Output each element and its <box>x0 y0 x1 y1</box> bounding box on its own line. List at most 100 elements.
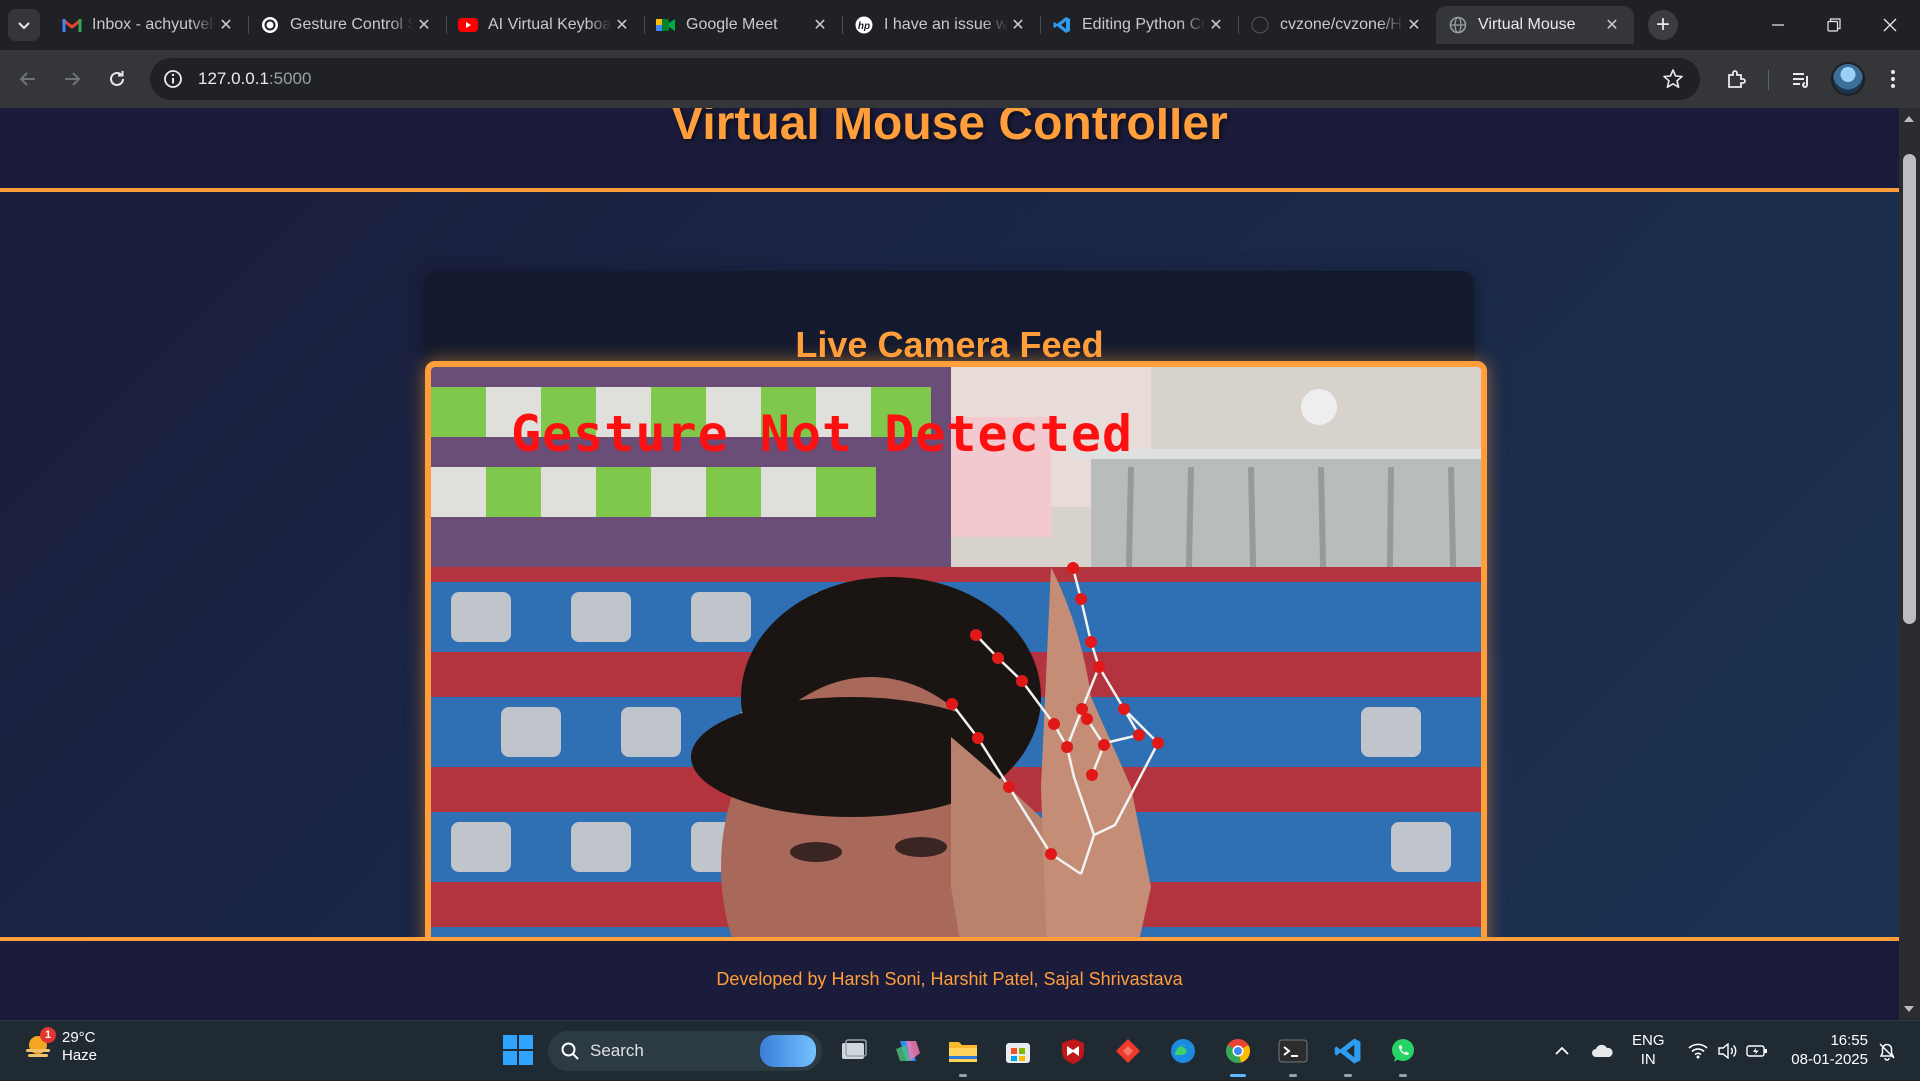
tab-gesture-control[interactable]: Gesture Control S ✕ <box>248 6 446 44</box>
chatgpt-icon <box>260 15 280 35</box>
file-explorer-icon[interactable] <box>945 1033 981 1077</box>
weather-text: 29°C Haze <box>62 1029 97 1065</box>
bookmark-star-icon[interactable] <box>1662 68 1684 90</box>
wifi-icon[interactable] <box>1686 1021 1710 1081</box>
tab-editing-python[interactable]: Editing Python Co ✕ <box>1040 6 1238 44</box>
page-header: Virtual Mouse Controller <box>0 108 1899 192</box>
youtube-icon <box>458 15 478 35</box>
active-indicator <box>1230 1074 1246 1077</box>
copilot-icon[interactable] <box>890 1033 926 1069</box>
tab-gmail[interactable]: Inbox - achyutvel ✕ <box>50 6 248 44</box>
taskbar-search[interactable]: Search <box>548 1031 822 1071</box>
close-icon[interactable]: ✕ <box>216 15 236 35</box>
language-code: ENG <box>1632 1032 1665 1049</box>
windows-logo-tile <box>519 1035 533 1049</box>
camera-feed: Gesture Not Detected <box>425 361 1487 1020</box>
address-bar[interactable]: 127.0.0.1:5000 <box>150 58 1700 100</box>
chevron-down-icon <box>18 22 30 30</box>
url-host: 127.0.0.1 <box>198 69 269 88</box>
microsoft-store-icon[interactable] <box>1000 1033 1036 1069</box>
scroll-thumb[interactable] <box>1903 154 1916 624</box>
restore-button[interactable] <box>1806 0 1862 50</box>
notifications-button[interactable] <box>1873 1021 1901 1081</box>
github-icon <box>1250 15 1270 35</box>
close-icon[interactable]: ✕ <box>810 15 830 35</box>
tab-title: Editing Python Co <box>1082 16 1206 33</box>
arrow-left-icon <box>19 72 35 86</box>
edge-icon[interactable] <box>1165 1033 1201 1069</box>
input-language[interactable]: ENG IN <box>1632 1031 1665 1069</box>
tab-title: Inbox - achyutvel <box>92 16 213 33</box>
windows-logo-tile <box>503 1035 517 1049</box>
anydesk-icon[interactable] <box>1110 1033 1146 1069</box>
tab-ai-virtual-keyboard[interactable]: AI Virtual Keyboard ✕ <box>446 6 644 44</box>
globe-icon <box>1448 15 1468 35</box>
scroll-up-arrow[interactable] <box>1904 116 1914 122</box>
windows-logo-tile <box>519 1051 533 1065</box>
more-vertical-icon <box>1891 70 1895 88</box>
tab-title: AI Virtual Keyboard <box>488 16 612 33</box>
reload-button[interactable] <box>101 63 133 95</box>
clock-time: 16:55 <box>1830 1032 1868 1049</box>
svg-text:hp: hp <box>858 21 870 32</box>
tab-virtual-mouse[interactable]: Virtual Mouse ✕ <box>1436 6 1634 44</box>
page-footer: Developed by Harsh Soni, Harshit Patel, … <box>0 937 1899 1020</box>
tab-list: Inbox - achyutvel ✕ Gesture Control S ✕ … <box>50 6 1634 44</box>
close-icon[interactable]: ✕ <box>414 15 434 35</box>
haze-sun-icon: 1 <box>22 1027 56 1063</box>
page-viewport: Virtual Mouse Controller Live Camera Fee… <box>0 108 1899 1020</box>
battery-icon[interactable] <box>1745 1021 1769 1081</box>
onedrive-icon[interactable] <box>1590 1021 1614 1081</box>
chevron-up-icon <box>1555 1046 1569 1055</box>
close-window-button[interactable] <box>1862 0 1918 50</box>
close-icon[interactable]: ✕ <box>1602 15 1622 35</box>
weather-condition: Haze <box>62 1047 98 1064</box>
task-view-icon[interactable] <box>836 1033 872 1069</box>
reload-icon <box>110 71 124 86</box>
tab-title: I have an issue wi <box>884 16 1008 33</box>
google-meet-icon <box>656 15 676 35</box>
arrow-right-icon <box>65 72 81 86</box>
start-button[interactable] <box>503 1035 533 1065</box>
close-icon[interactable]: ✕ <box>1206 15 1226 35</box>
weather-widget[interactable]: 1 29°C Haze <box>22 1027 97 1065</box>
tab-title: Google Meet <box>686 16 778 33</box>
vscode-icon[interactable] <box>1330 1033 1366 1077</box>
volume-icon[interactable] <box>1715 1021 1739 1081</box>
profile-avatar[interactable] <box>1831 62 1865 96</box>
site-info-icon[interactable] <box>162 68 184 90</box>
mcafee-icon[interactable] <box>1055 1033 1091 1069</box>
tab-cvzone[interactable]: cvzone/cvzone/H ✕ <box>1238 6 1436 44</box>
page-scrollbar[interactable] <box>1899 108 1920 1020</box>
close-icon[interactable]: ✕ <box>1404 15 1424 35</box>
running-indicator <box>959 1074 967 1077</box>
close-icon[interactable]: ✕ <box>1008 15 1028 35</box>
camera-image <box>431 367 1481 1020</box>
back-button[interactable] <box>12 63 44 95</box>
new-tab-button[interactable]: + <box>1648 10 1678 40</box>
show-hidden-icons[interactable] <box>1550 1021 1574 1081</box>
running-indicator <box>1399 1074 1407 1077</box>
tab-search-button[interactable] <box>8 9 40 41</box>
media-controls-button[interactable] <box>1785 63 1817 95</box>
feed-title: Live Camera Feed <box>795 324 1104 365</box>
browser-toolbar: 127.0.0.1:5000 <box>0 50 1920 108</box>
chrome-icon[interactable] <box>1220 1033 1256 1077</box>
browser-menu-button[interactable] <box>1877 63 1909 95</box>
gesture-status-overlay: Gesture Not Detected <box>511 405 1134 463</box>
close-icon <box>1883 18 1897 32</box>
restore-icon <box>1827 18 1841 32</box>
bell-snooze-icon <box>1879 1043 1895 1061</box>
system-clock[interactable]: 16:55 08-01-2025 <box>1786 1031 1868 1069</box>
terminal-icon[interactable] <box>1275 1033 1311 1077</box>
forward-button[interactable] <box>56 63 88 95</box>
close-icon[interactable]: ✕ <box>612 15 632 35</box>
gmail-icon <box>62 15 82 35</box>
tab-hp-issue[interactable]: hp I have an issue wi ✕ <box>842 6 1040 44</box>
minimize-button[interactable] <box>1750 0 1806 50</box>
page-title: Virtual Mouse Controller <box>671 108 1228 150</box>
whatsapp-icon[interactable] <box>1385 1033 1421 1077</box>
scroll-down-arrow[interactable] <box>1904 1006 1914 1012</box>
tab-google-meet[interactable]: Google Meet ✕ <box>644 6 842 44</box>
extensions-button[interactable] <box>1720 63 1752 95</box>
